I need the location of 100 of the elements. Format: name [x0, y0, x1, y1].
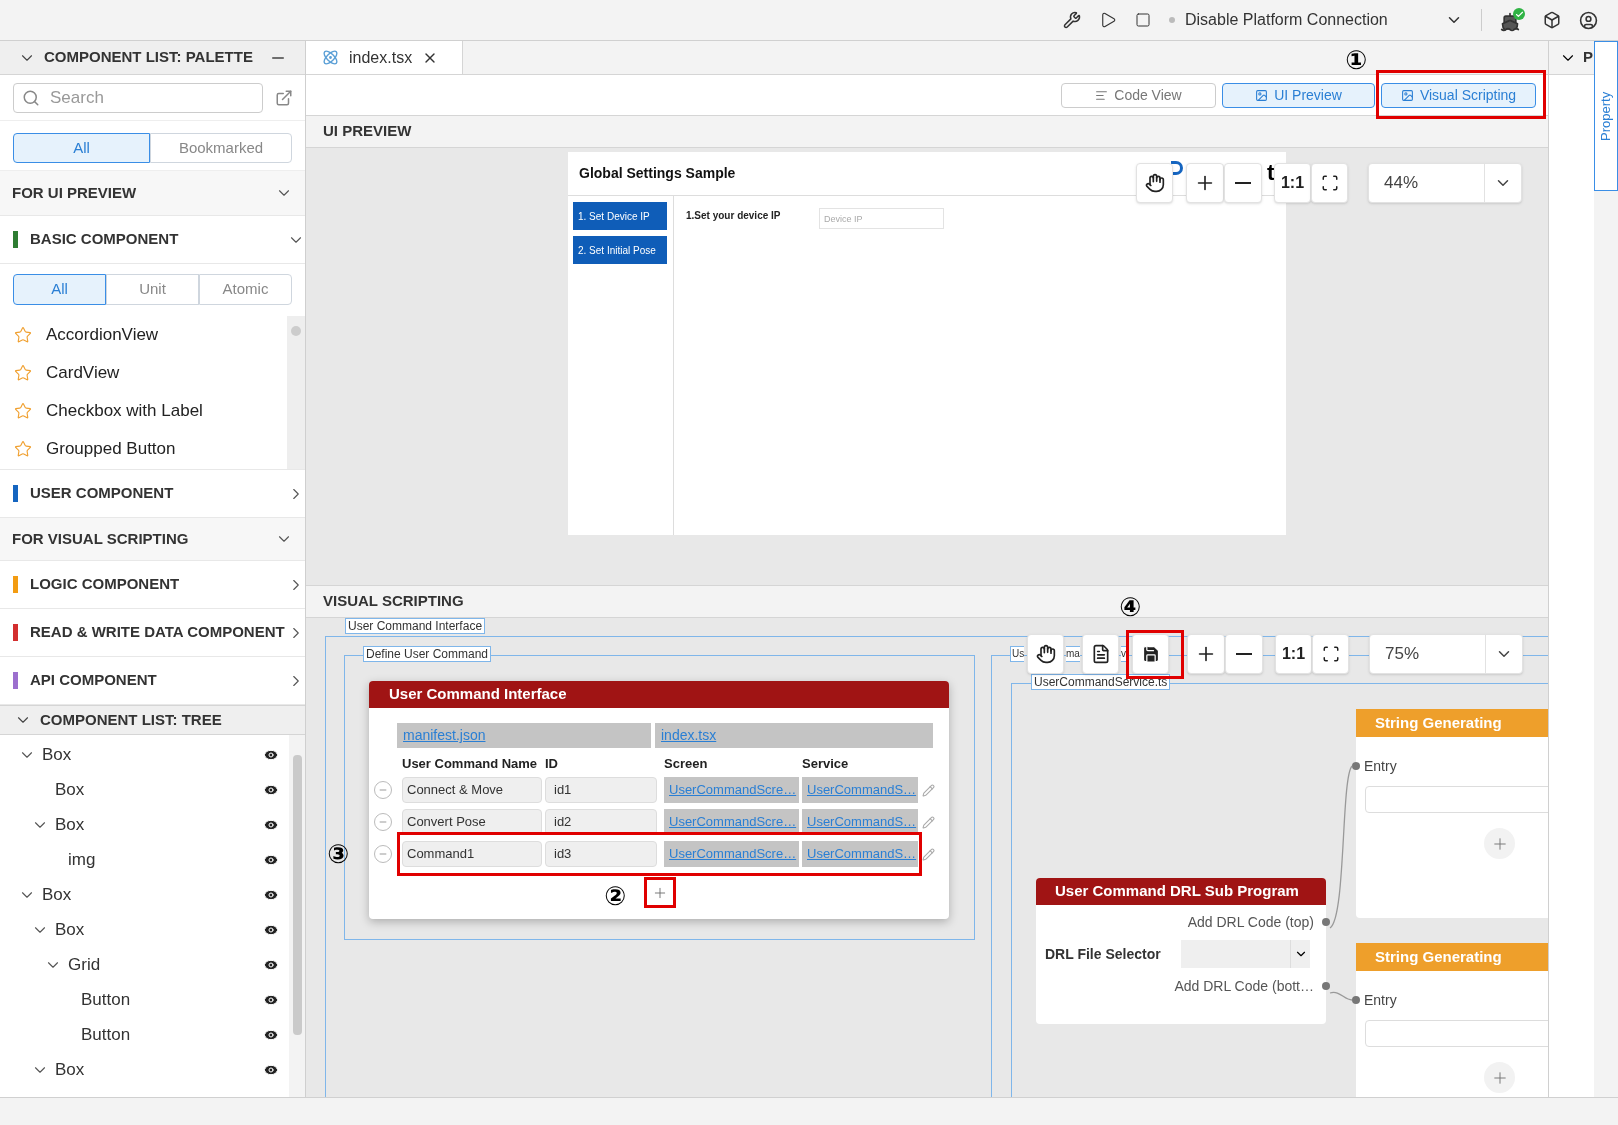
- id-field[interactable]: id1: [545, 777, 657, 803]
- tools-icon[interactable]: [1063, 11, 1081, 29]
- star-icon[interactable]: [14, 402, 32, 420]
- name-field[interactable]: Connect & Move: [402, 777, 542, 803]
- tree-label: Box: [42, 883, 72, 906]
- field-label: 1.Set your device IP: [686, 209, 782, 223]
- add-row-button[interactable]: [644, 877, 676, 908]
- step-number: ③: [327, 841, 349, 867]
- pan-button[interactable]: [1136, 163, 1173, 203]
- category-header[interactable]: BASIC COMPONENT: [0, 216, 305, 264]
- image-icon: [1400, 88, 1414, 102]
- section-header[interactable]: FOR VISUAL SCRIPTING: [0, 518, 305, 561]
- fit-screen-button[interactable]: [1311, 163, 1348, 203]
- tree-item[interactable]: Box: [0, 1052, 289, 1087]
- node-title: User Command Interface: [369, 681, 949, 708]
- property-tab[interactable]: Property: [1594, 41, 1618, 191]
- view-button[interactable]: UI Preview: [1222, 82, 1375, 108]
- tree-label: img: [68, 848, 96, 871]
- search-field[interactable]: Search: [13, 82, 263, 113]
- port-label: Add DRL Code (top): [1187, 912, 1314, 932]
- fit-screen-icon: [1320, 174, 1339, 192]
- zoom-out-button[interactable]: [1225, 634, 1263, 674]
- input-field[interactable]: [1365, 786, 1548, 813]
- user-icon[interactable]: [1579, 10, 1598, 30]
- tree-label: Button: [81, 988, 131, 1011]
- category-header[interactable]: LOGIC COMPONENT: [0, 561, 305, 609]
- port-label: Add DRL Code (bott…: [1174, 976, 1314, 996]
- column-header: User Command Name: [402, 755, 539, 772]
- zoom-in-button[interactable]: [1186, 163, 1224, 203]
- name-field[interactable]: Convert Pose: [402, 809, 542, 835]
- stop-icon[interactable]: [1135, 12, 1151, 28]
- section-title: VISUAL SCRIPTING: [323, 591, 464, 612]
- connector-line: [1329, 991, 1353, 1001]
- highlight-frame: [1126, 630, 1184, 679]
- editor-tab[interactable]: index.tsx: [306, 41, 463, 74]
- group-label: ma: [1066, 646, 1080, 662]
- tree-item[interactable]: Grid: [0, 947, 289, 982]
- image-icon: [1255, 88, 1269, 102]
- tree-item[interactable]: Button: [0, 1017, 289, 1052]
- canvas[interactable]: Global Settings Sample t 1. Set Device IP 2. Set Initial Pose 1.Set your device IP Device IP 1:1 44%: [306, 148, 1548, 585]
- zoom-dropdown[interactable]: 44%: [1368, 163, 1522, 203]
- filter-tab[interactable]: Unit: [106, 274, 199, 305]
- view-button[interactable]: Visual Scripting: [1381, 82, 1536, 108]
- ip-field[interactable]: Device IP: [819, 208, 944, 229]
- node-title: String Generating: [1356, 709, 1548, 737]
- actual-size-button[interactable]: 1:1: [1275, 634, 1312, 674]
- node-title: User Command DRL Sub Program: [1036, 878, 1326, 905]
- tree-item[interactable]: Button: [0, 982, 289, 1017]
- nav-button[interactable]: 1. Set Device IP: [573, 202, 667, 230]
- minus-icon: [1235, 182, 1251, 184]
- ship-icon[interactable]: [1500, 8, 1525, 32]
- section-header[interactable]: FOR UI PREVIEW: [0, 171, 305, 216]
- star-icon[interactable]: [14, 440, 32, 458]
- play-icon[interactable]: [1099, 11, 1117, 29]
- group-label: v: [1121, 646, 1126, 662]
- document-button[interactable]: [1082, 634, 1119, 674]
- tree-item[interactable]: Box: [0, 737, 289, 772]
- fit-screen-button[interactable]: [1312, 634, 1349, 674]
- filter-tab[interactable]: Bookmarked: [150, 133, 292, 163]
- save-button[interactable]: [1132, 634, 1169, 674]
- title-fragment: t: [1267, 159, 1275, 187]
- pop-out-icon[interactable]: [275, 88, 293, 107]
- zoom-out-button[interactable]: [1224, 163, 1262, 203]
- zoom-dropdown[interactable]: 75%: [1369, 634, 1523, 674]
- id-field[interactable]: id3: [545, 841, 657, 867]
- name-field[interactable]: Command1: [402, 841, 542, 867]
- view-button[interactable]: Code View: [1061, 82, 1216, 108]
- tree-label: Box: [55, 778, 85, 801]
- tree-label: Box: [55, 1058, 85, 1081]
- filter-tab[interactable]: All: [13, 274, 106, 305]
- star-icon[interactable]: [14, 326, 32, 344]
- component-item[interactable]: Groupped Button: [0, 430, 287, 468]
- tree-item[interactable]: Box: [0, 912, 289, 947]
- filter-tab[interactable]: Atomic: [199, 274, 292, 305]
- panel-title: COMPONENT LIST: TREE: [40, 709, 222, 730]
- nav-button[interactable]: 2. Set Initial Pose: [573, 236, 667, 264]
- step-number: ①: [1345, 46, 1367, 73]
- tree-item[interactable]: Box: [0, 807, 289, 842]
- component-item[interactable]: AccordionView: [0, 316, 287, 354]
- category-header[interactable]: READ & WRITE DATA COMPONENT: [0, 609, 305, 657]
- actual-size-button[interactable]: 1:1: [1274, 163, 1311, 203]
- component-item[interactable]: CardView: [0, 354, 287, 392]
- pan-button[interactable]: [1027, 634, 1064, 674]
- fit-screen-icon: [1321, 645, 1340, 663]
- group-label: Define User Command: [363, 646, 492, 662]
- zoom-in-button[interactable]: [1187, 634, 1225, 674]
- connection-dropdown[interactable]: Disable Platform Connection: [1169, 8, 1463, 32]
- tree-item[interactable]: Box: [0, 772, 289, 807]
- scrollbar[interactable]: [287, 316, 305, 469]
- scrollbar[interactable]: [289, 735, 305, 1097]
- group-label: UserCommandService.ts: [1031, 674, 1171, 690]
- star-icon[interactable]: [14, 364, 32, 382]
- id-field[interactable]: id2: [545, 809, 657, 835]
- tree-item[interactable]: img: [0, 842, 289, 877]
- filter-tab[interactable]: All: [13, 133, 150, 163]
- component-item[interactable]: Checkbox with Label: [0, 392, 287, 430]
- cube-icon[interactable]: [1543, 11, 1561, 29]
- tree-label: Box: [42, 743, 72, 766]
- input-field[interactable]: [1365, 1020, 1548, 1047]
- tree-item[interactable]: Box: [0, 877, 289, 912]
